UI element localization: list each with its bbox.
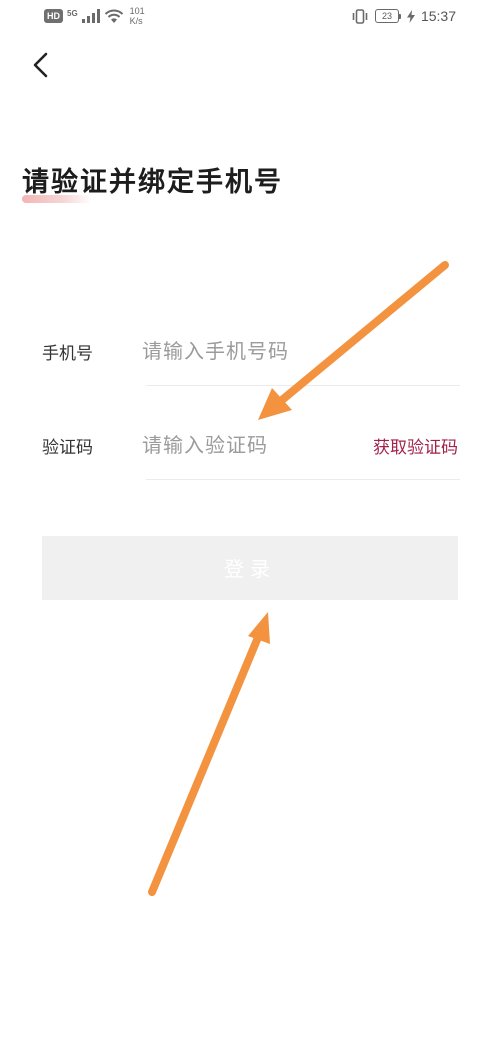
network-type: 5G [67, 8, 78, 18]
bind-phone-screen: HD 5G 101 K/s 23 15:37 请验证并绑定手机号 手机号 请输入… [0, 0, 500, 1049]
vibrate-icon [352, 8, 368, 24]
chevron-left-icon [33, 52, 48, 78]
hd-badge: HD [44, 9, 63, 23]
get-code-button[interactable]: 获取验证码 [373, 433, 458, 458]
battery-tip [398, 13, 401, 19]
code-divider [146, 479, 460, 480]
network-speed: 101 K/s [130, 6, 145, 26]
battery-indicator: 23 [374, 9, 401, 23]
cellular-signal-icon [81, 9, 100, 23]
wifi-icon [104, 9, 123, 23]
status-time: 15:37 [420, 8, 456, 24]
phone-row: 手机号 [42, 327, 460, 386]
code-input[interactable] [142, 425, 342, 465]
status-bar: HD 5G 101 K/s 23 15:37 [0, 0, 500, 34]
status-bar-right: 23 15:37 [351, 8, 456, 24]
page-title: 请验证并绑定手机号 [22, 167, 283, 198]
battery-level: 23 [374, 9, 399, 23]
code-row: 验证码 获取验证码 [42, 421, 460, 480]
network-speed-value: 101 [129, 6, 145, 16]
annotation-arrows [148, 261, 449, 896]
status-bar-left: HD 5G 101 K/s [44, 6, 145, 26]
login-button[interactable]: 登录 [42, 536, 458, 600]
back-button[interactable] [26, 48, 58, 82]
network-speed-unit: K/s [129, 16, 143, 26]
phone-input[interactable] [142, 331, 342, 371]
bolt-icon [406, 9, 415, 23]
phone-label: 手机号 [42, 344, 93, 364]
code-label: 验证码 [42, 438, 93, 458]
arrow-to-login-button [148, 612, 270, 896]
phone-divider [146, 385, 460, 386]
